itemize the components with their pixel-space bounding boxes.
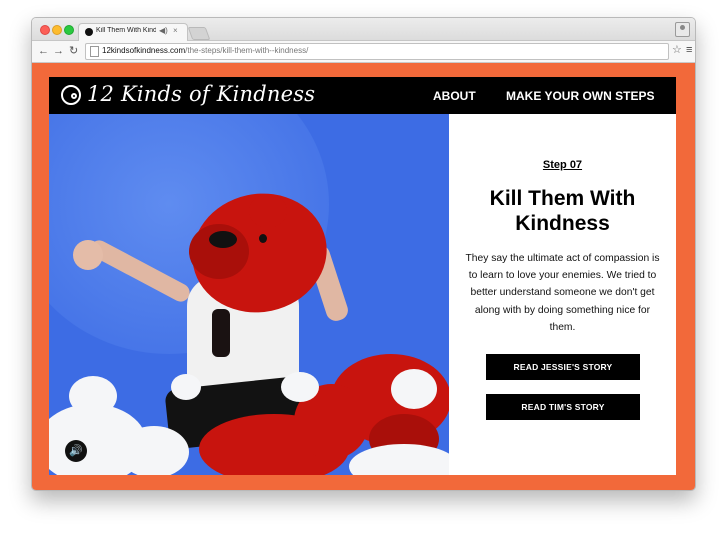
- story-panel: Step 07 Kill Them With Kindness They say…: [449, 114, 676, 475]
- sound-toggle-button[interactable]: 🔊: [65, 440, 87, 462]
- profile-icon[interactable]: [675, 22, 690, 37]
- address-bar[interactable]: 12kindsofkindness.com/the-steps/kill-the…: [85, 43, 669, 60]
- logo-icon[interactable]: [61, 85, 81, 105]
- title-bar: Kill Them With Kindness ◀) ×: [32, 18, 695, 41]
- url-text[interactable]: 12kindsofkindness.com/the-steps/kill-the…: [102, 46, 308, 55]
- bear-eye: [259, 234, 267, 243]
- white-fluff: [69, 376, 117, 416]
- new-tab-button[interactable]: [187, 27, 211, 40]
- browser-tab[interactable]: Kill Them With Kindness ◀) ×: [78, 23, 188, 41]
- bear-ear: [249, 194, 287, 228]
- site-logo[interactable]: 12 Kinds of Kindness: [87, 82, 315, 106]
- site-header: 12 Kinds of Kindness ABOUT MAKE YOUR OWN…: [49, 77, 676, 114]
- speaker-icon[interactable]: ◀): [159, 26, 168, 35]
- left-hand: [73, 240, 103, 270]
- browser-toolbar: ← → ↻ 12kindsofkindness.com/the-steps/ki…: [32, 41, 695, 63]
- story-description: They say the ultimate act of compassion …: [465, 253, 660, 333]
- reload-button[interactable]: ↻: [69, 44, 78, 58]
- nav-about[interactable]: ABOUT: [433, 89, 476, 103]
- read-tims-story-button[interactable]: READ TIM'S STORY: [486, 394, 640, 420]
- step-label[interactable]: Step 07: [449, 159, 676, 171]
- minimize-window-button[interactable]: [52, 25, 62, 35]
- bear-nose: [209, 231, 237, 248]
- close-window-button[interactable]: [40, 25, 50, 35]
- white-fluff: [281, 372, 319, 402]
- tab-close-button[interactable]: ×: [173, 26, 178, 35]
- white-fluff: [349, 444, 449, 475]
- nav-make-your-own-steps[interactable]: MAKE YOUR OWN STEPS: [506, 89, 654, 103]
- white-fluff: [391, 369, 437, 409]
- forward-button[interactable]: →: [53, 44, 64, 58]
- page-viewport: 12 Kinds of Kindness ABOUT MAKE YOUR OWN…: [32, 63, 695, 490]
- white-fluff: [171, 374, 201, 400]
- bookmark-star-icon[interactable]: ☆: [672, 43, 682, 57]
- browser-window: Kill Them With Kindness ◀) × ← → ↻ 12kin…: [31, 17, 696, 491]
- back-button[interactable]: ←: [38, 44, 49, 58]
- hero-video[interactable]: 🔊: [49, 114, 449, 475]
- zoom-window-button[interactable]: [64, 25, 74, 35]
- page-icon: [90, 46, 99, 57]
- story-title: Kill Them With Kindness: [489, 187, 636, 235]
- browser-menu-icon[interactable]: ≡: [686, 43, 692, 57]
- tab-title: Kill Them With Kindness: [96, 27, 156, 34]
- white-fluff: [119, 426, 189, 475]
- speaker-icon: 🔊: [69, 445, 83, 457]
- read-jessies-story-button[interactable]: READ JESSIE'S STORY: [486, 354, 640, 380]
- favicon-icon: [85, 28, 93, 36]
- hair: [212, 309, 230, 357]
